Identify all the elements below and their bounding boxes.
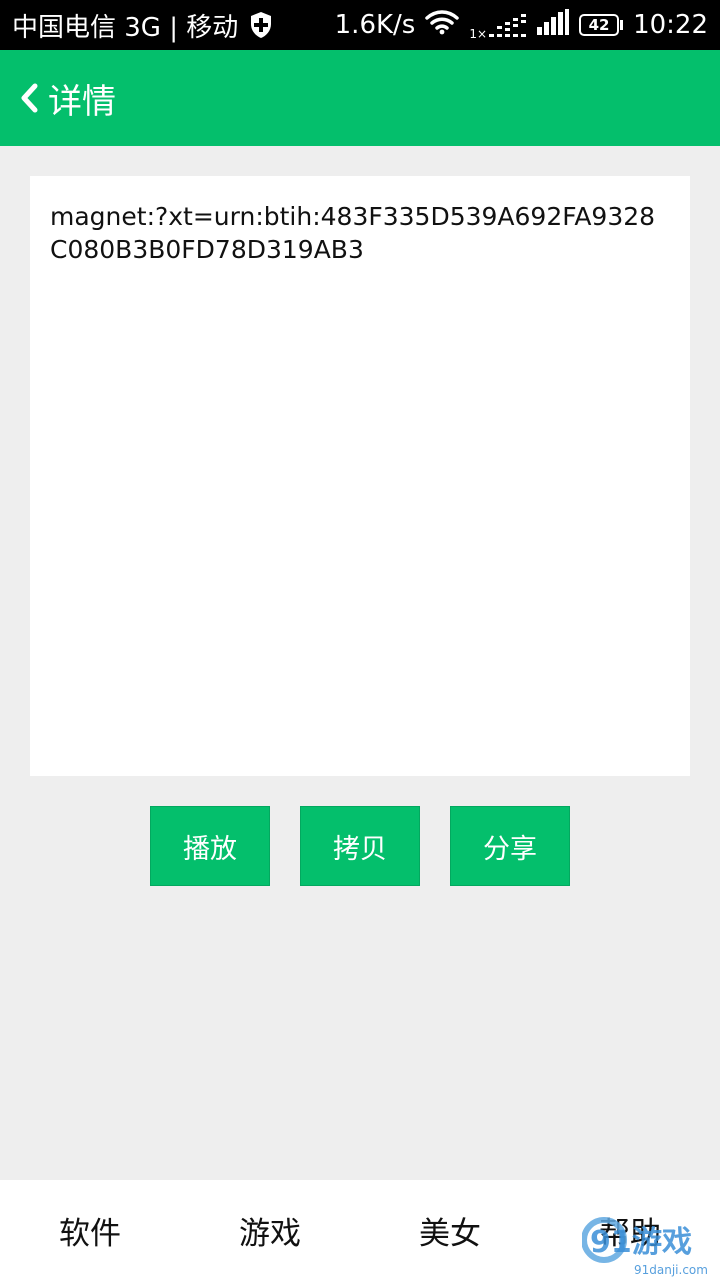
data-signal-label: 1×: [469, 27, 488, 41]
cell-signal-icon: [537, 8, 570, 42]
wifi-icon: [425, 9, 460, 42]
battery-level: 42: [579, 14, 620, 36]
app-bar: 详情: [0, 50, 720, 146]
chevron-left-icon[interactable]: [18, 81, 40, 115]
status-bar: 中国电信 3G | 移动 1.6K/s 1× 42 10:22: [0, 0, 720, 50]
play-button[interactable]: 播放: [150, 806, 270, 886]
network-speed: 1.6K/s: [334, 10, 416, 40]
data-signal-icon: 1×: [469, 10, 527, 40]
page-title: 详情: [48, 81, 116, 122]
svg-text:91: 91: [590, 1225, 632, 1260]
nav-item-games[interactable]: 游戏: [180, 1180, 360, 1280]
share-button[interactable]: 分享: [450, 806, 570, 886]
nav-item-software[interactable]: 软件: [0, 1180, 180, 1280]
status-bar-right: 1.6K/s 1× 42 10:22: [334, 8, 708, 42]
shield-icon: [248, 10, 274, 40]
clock: 10:22: [633, 10, 708, 40]
watermark-logo: 91 游戏 91danji.com: [582, 1206, 720, 1280]
magnet-link-text[interactable]: magnet:?xt=urn:btih:483F335D539A692FA932…: [50, 200, 670, 266]
battery-icon: 42: [579, 14, 624, 36]
svg-text:游戏: 游戏: [632, 1225, 692, 1260]
nav-item-beauty[interactable]: 美女: [360, 1180, 540, 1280]
status-bar-left: 中国电信 3G | 移动: [12, 7, 274, 44]
svg-text:91danji.com: 91danji.com: [634, 1263, 708, 1277]
detail-card: magnet:?xt=urn:btih:483F335D539A692FA932…: [30, 176, 690, 776]
carrier-label: 中国电信 3G | 移动: [12, 12, 239, 43]
copy-button[interactable]: 拷贝: [300, 806, 420, 886]
